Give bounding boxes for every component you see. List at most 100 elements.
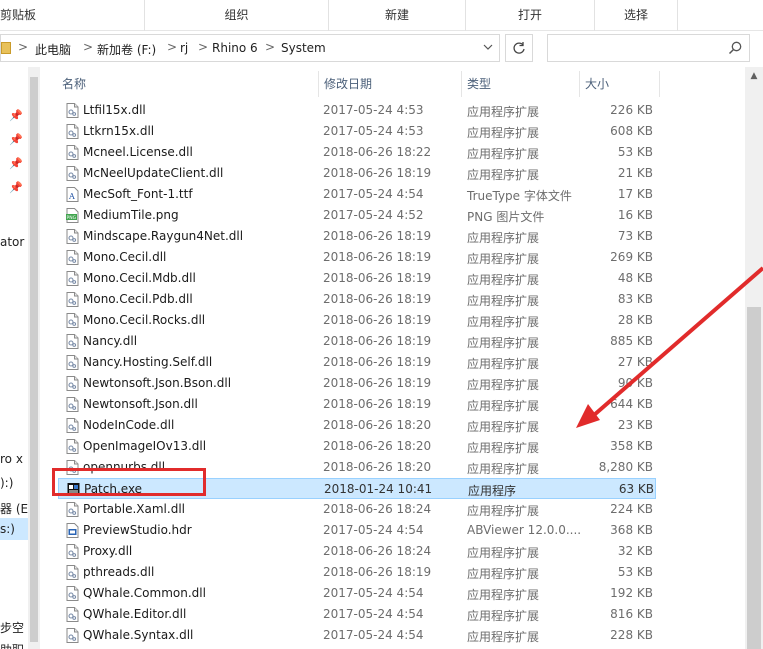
pin-icon[interactable]: 📌 bbox=[9, 134, 23, 146]
address-bar[interactable]: > 此电脑 > 新加卷 (F:) > rj > Rhino 6 > System bbox=[0, 34, 500, 62]
nav-scrollbar-thumb[interactable] bbox=[30, 77, 38, 642]
file-type: 应用程序扩展 bbox=[467, 462, 540, 476]
file-type: 应用程序扩展 bbox=[467, 630, 540, 644]
breadcrumb-drive-f[interactable]: 新加卷 (F:) bbox=[97, 41, 156, 58]
nav-item[interactable]: ):) bbox=[0, 476, 13, 490]
file-name: pthreads.dll bbox=[83, 565, 155, 579]
file-row[interactable]: Mono.Cecil.Pdb.dll 2018-06-26 18:19 应用程序扩展… bbox=[58, 289, 656, 310]
column-divider[interactable] bbox=[659, 71, 660, 97]
column-type[interactable]: 类型 bbox=[461, 67, 579, 97]
file-row[interactable]: pthreads.dll 2018-06-26 18:19 应用程序扩展 53 KB bbox=[58, 562, 656, 583]
dll-file-icon bbox=[66, 250, 79, 265]
file-row[interactable]: Ltkrn15x.dll 2017-05-24 4:53 应用程序扩展 608 KB bbox=[58, 121, 656, 142]
file-row[interactable]: QWhale.Editor.dll 2017-05-24 4:54 应用程序扩展 81… bbox=[58, 604, 656, 625]
ribbon-group-select[interactable]: 选择 bbox=[595, 0, 677, 31]
file-date: 2018-06-26 18:19 bbox=[323, 565, 432, 579]
pin-icon[interactable]: 📌 bbox=[9, 182, 23, 194]
dll-file-icon bbox=[66, 586, 79, 601]
nav-item[interactable]: s:) bbox=[0, 522, 15, 536]
file-size: 226 KB bbox=[610, 103, 653, 117]
chevron-down-icon[interactable] bbox=[479, 40, 497, 58]
breadcrumb-system[interactable]: System bbox=[281, 41, 326, 55]
scrollbar-thumb[interactable] bbox=[747, 307, 761, 649]
column-size[interactable]: 大小 bbox=[579, 67, 659, 97]
breadcrumb-rhino6[interactable]: Rhino 6 bbox=[212, 41, 258, 55]
dll-file-icon bbox=[66, 502, 79, 517]
file-name: Newtonsoft.Json.dll bbox=[83, 397, 198, 411]
column-name[interactable]: 名称 bbox=[56, 67, 318, 97]
svg-text:A: A bbox=[68, 192, 75, 201]
dll-file-icon bbox=[66, 418, 79, 433]
file-row[interactable]: Portable.Xaml.dll 2018-06-26 18:24 应用程序扩展 2… bbox=[58, 499, 656, 520]
breadcrumb-rj[interactable]: rj bbox=[180, 41, 188, 55]
file-row[interactable]: Newtonsoft.Json.Bson.dll 2018-06-26 18:19… bbox=[58, 373, 656, 394]
hdr-file-icon bbox=[66, 523, 79, 538]
file-size: 368 KB bbox=[610, 523, 653, 537]
ribbon-group-organize[interactable]: 组织 bbox=[145, 0, 328, 31]
file-row[interactable]: Proxy.dll 2018-06-26 18:24 应用程序扩展 32 KB bbox=[58, 541, 656, 562]
search-icon bbox=[728, 41, 742, 55]
file-type: 应用程序扩展 bbox=[467, 147, 540, 161]
refresh-button[interactable] bbox=[505, 34, 533, 62]
ribbon-group-open[interactable]: 打开 bbox=[466, 0, 594, 31]
breadcrumb-separator: > bbox=[18, 40, 29, 54]
file-size: 83 KB bbox=[617, 292, 653, 306]
file-row[interactable]: Mono.Cecil.Mdb.dll 2018-06-26 18:19 应用程序扩展… bbox=[58, 268, 656, 289]
file-size: 28 KB bbox=[617, 313, 653, 327]
vertical-scrollbar[interactable]: ▲ bbox=[745, 67, 763, 649]
file-row[interactable]: Mcneel.License.dll 2018-06-26 18:22 应用程序扩展… bbox=[58, 142, 656, 163]
annotation-highlight-box bbox=[52, 468, 206, 496]
column-date[interactable]: 修改日期 bbox=[318, 67, 461, 97]
breadcrumb-this-pc[interactable]: 此电脑 bbox=[35, 41, 71, 58]
scroll-up-icon[interactable]: ▲ bbox=[745, 67, 763, 85]
file-row[interactable]: Mindscape.Raygun4Net.dll 2018-06-26 18:19… bbox=[58, 226, 656, 247]
file-type: 应用程序扩展 bbox=[467, 567, 540, 581]
file-row[interactable]: PreviewStudio.hdr 2017-05-24 4:54 ABViewer… bbox=[58, 520, 656, 541]
file-size: 23 KB bbox=[617, 418, 653, 432]
file-row[interactable]: QWhale.Syntax.dll 2017-05-24 4:54 应用程序扩展 22… bbox=[58, 625, 656, 646]
nav-item[interactable]: ator bbox=[0, 235, 24, 249]
file-date: 2018-06-26 18:22 bbox=[323, 145, 432, 159]
file-date: 2017-05-24 4:54 bbox=[323, 607, 424, 621]
file-row[interactable]: Newtonsoft.Json.dll 2018-06-26 18:19 应用程序扩… bbox=[58, 394, 656, 415]
folder-icon bbox=[1, 42, 11, 54]
file-date: 2018-06-26 18:20 bbox=[323, 460, 432, 474]
file-name: OpenImageIOv13.dll bbox=[83, 439, 207, 453]
file-size: 816 KB bbox=[610, 607, 653, 621]
nav-item[interactable]: ro x bbox=[0, 452, 23, 466]
file-row[interactable]: NodeInCode.dll 2018-06-26 18:20 应用程序扩展 23 K… bbox=[58, 415, 656, 436]
file-size: 269 KB bbox=[610, 250, 653, 264]
file-row[interactable]: Mono.Cecil.Rocks.dll 2018-06-26 18:19 应用程序… bbox=[58, 310, 656, 331]
file-row[interactable]: A MecSoft_Font-1.ttf 2017-05-24 4:54 TrueTy… bbox=[58, 184, 656, 205]
file-date: 2018-06-26 18:19 bbox=[323, 397, 432, 411]
dll-file-icon bbox=[66, 166, 79, 181]
dll-file-icon bbox=[66, 145, 79, 160]
file-type: 应用程序扩展 bbox=[467, 378, 540, 392]
file-date: 2017-05-24 4:54 bbox=[323, 586, 424, 600]
nav-item[interactable]: 步空 bbox=[0, 619, 24, 636]
pin-icon[interactable]: 📌 bbox=[9, 158, 23, 170]
file-row[interactable]: PNG MediumTile.png 2017-05-24 4:52 PNG 图片文件… bbox=[58, 205, 656, 226]
dll-file-icon bbox=[66, 376, 79, 391]
file-row[interactable]: McNeelUpdateClient.dll 2018-06-26 18:19 应用… bbox=[58, 163, 656, 184]
file-size: 53 KB bbox=[617, 565, 653, 579]
file-size: 63 KB bbox=[618, 482, 654, 496]
file-row[interactable]: Ltfil15x.dll 2017-05-24 4:53 应用程序扩展 226 KB bbox=[58, 100, 656, 121]
file-type: ABViewer 12.0.0.... bbox=[467, 523, 582, 537]
ribbon-group-clipboard[interactable]: 剪贴板 bbox=[0, 0, 40, 31]
file-type: 应用程序扩展 bbox=[467, 399, 540, 413]
file-row[interactable]: Nancy.Hosting.Self.dll 2018-06-26 18:19 应用… bbox=[58, 352, 656, 373]
search-input[interactable] bbox=[547, 34, 750, 62]
file-date: 2018-01-24 10:41 bbox=[324, 482, 433, 496]
file-row[interactable]: QWhale.Common.dll 2017-05-24 4:54 应用程序扩展 19… bbox=[58, 583, 656, 604]
file-date: 2018-06-26 18:19 bbox=[323, 292, 432, 306]
nav-item[interactable]: 助职 bbox=[0, 641, 24, 649]
file-row[interactable]: OpenImageIOv13.dll 2018-06-26 18:20 应用程序扩展… bbox=[58, 436, 656, 457]
file-name: Portable.Xaml.dll bbox=[83, 502, 185, 516]
address-bar-row: > 此电脑 > 新加卷 (F:) > rj > Rhino 6 > System bbox=[0, 31, 763, 67]
file-type: 应用程序扩展 bbox=[467, 546, 540, 560]
file-row[interactable]: Mono.Cecil.dll 2018-06-26 18:19 应用程序扩展 269 … bbox=[58, 247, 656, 268]
pin-icon[interactable]: 📌 bbox=[9, 110, 23, 122]
file-row[interactable]: Nancy.dll 2018-06-26 18:19 应用程序扩展 885 KB bbox=[58, 331, 656, 352]
ribbon-group-new[interactable]: 新建 bbox=[329, 0, 465, 31]
